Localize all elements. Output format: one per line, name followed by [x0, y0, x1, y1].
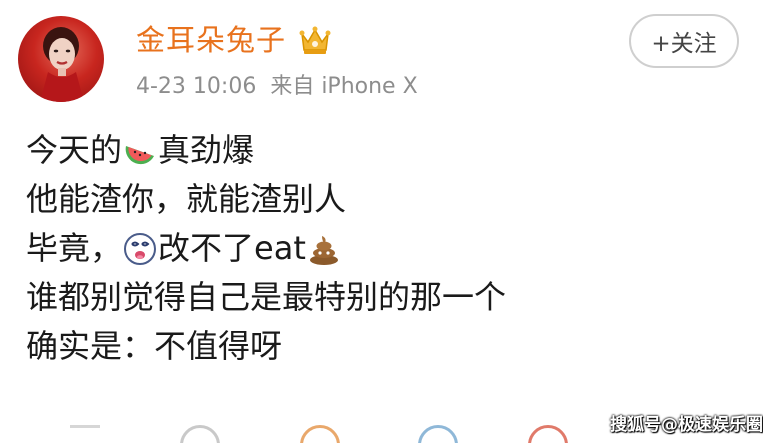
- post-source: 来自 iPhone X: [270, 74, 418, 99]
- post-line-5: 确实是：不值得呀: [26, 322, 506, 371]
- camera-icon[interactable]: [528, 425, 568, 443]
- username[interactable]: 金耳朵兔子: [136, 22, 286, 58]
- post-line-3: 毕竟， 改不了eat: [26, 224, 506, 273]
- basketball-icon[interactable]: [300, 425, 340, 443]
- watermelon-emoji: [123, 134, 157, 168]
- avatar-portrait-icon: [40, 27, 84, 102]
- post-line-4-text: 谁都别觉得自己是最特别的那一个: [26, 278, 507, 316]
- post-line-2-text: 他能渣你，就能渣别人: [26, 180, 347, 218]
- post-line-4: 谁都别觉得自己是最特别的那一个: [26, 273, 506, 322]
- dizzy-face-emoji: [123, 232, 157, 266]
- post-body: 今天的 真劲爆 他能渣你，就能渣别人 毕竟， 改不了eat 谁都别觉得自己是最特…: [26, 126, 506, 371]
- face-icon[interactable]: [180, 425, 220, 443]
- post-line-1-end: 真劲爆: [158, 131, 255, 169]
- watermark: 搜狐号@极速娱乐圈: [610, 415, 763, 435]
- post-line-3-end: 改不了eat: [158, 229, 306, 267]
- weibo-post-screenshot: 金耳朵兔子 4-23 10:06 来自 iPhone X +关注 今天的 真劲爆…: [0, 0, 763, 443]
- avatar[interactable]: [18, 16, 104, 102]
- follow-button[interactable]: +关注: [629, 14, 739, 68]
- more-icon[interactable]: [70, 425, 100, 443]
- crown-icon: [298, 24, 332, 56]
- post-meta: 4-23 10:06 来自 iPhone X: [136, 72, 418, 102]
- post-date: 4-23 10:06: [136, 74, 257, 99]
- post-line-5-text: 确实是：不值得呀: [26, 327, 283, 365]
- post-line-3-start: 毕竟，: [26, 229, 123, 267]
- poop-emoji: [307, 232, 341, 266]
- post-line-1: 今天的 真劲爆: [26, 126, 506, 175]
- post-line-2: 他能渣你，就能渣别人: [26, 175, 506, 224]
- post-line-1-start: 今天的: [26, 131, 123, 169]
- search-icon[interactable]: [418, 425, 458, 443]
